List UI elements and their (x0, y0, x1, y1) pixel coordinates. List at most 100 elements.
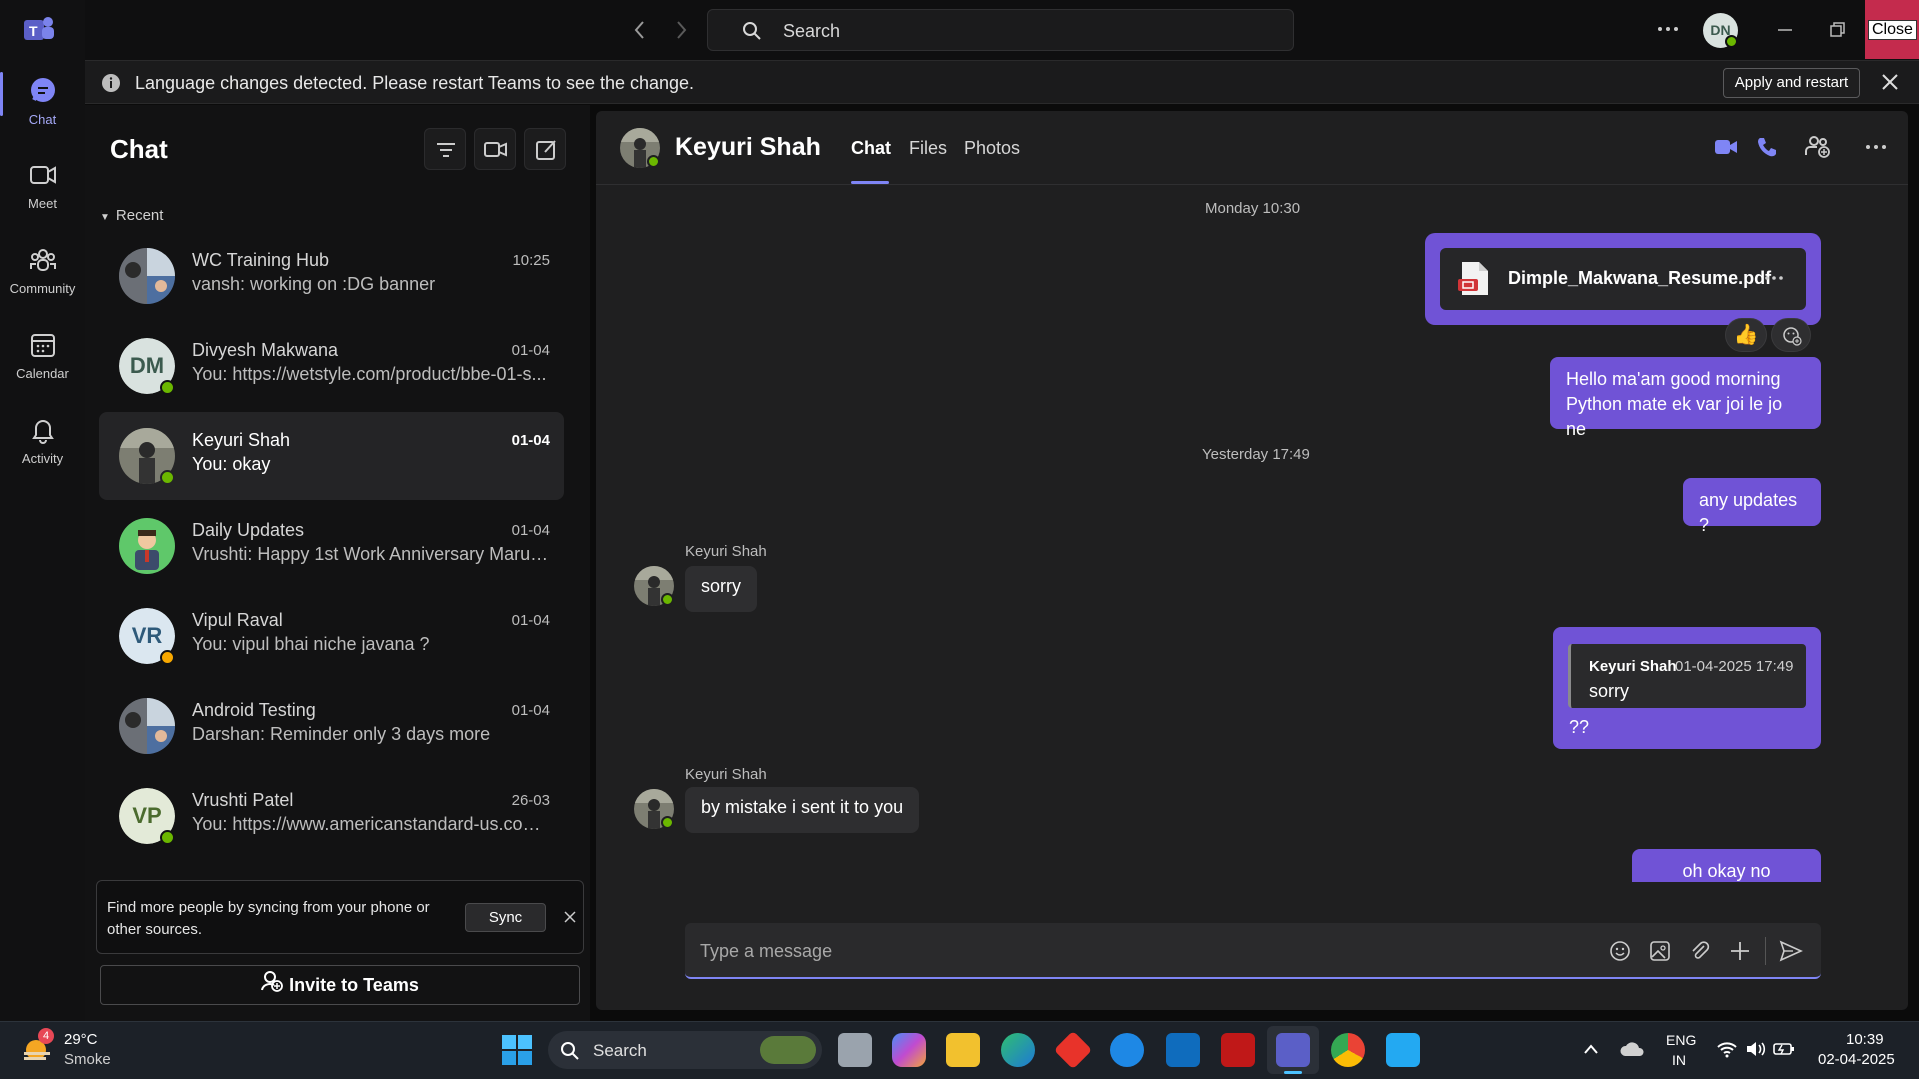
search-highlight-image (760, 1036, 816, 1064)
file-more-icon[interactable] (1764, 273, 1784, 283)
chevron-up-icon[interactable] (1583, 1043, 1599, 1055)
message-sender: Keyuri Shah (685, 766, 767, 783)
sync-text: Find more people by syncing from your ph… (107, 899, 430, 938)
chat-item-time: 10:25 (512, 252, 550, 269)
windows-start-icon[interactable] (502, 1035, 532, 1065)
chat-icon (30, 78, 55, 102)
rail-label: Chat (28, 112, 57, 127)
date-divider: Monday 10:30 (1205, 200, 1301, 217)
rail-label: Meet (28, 196, 57, 211)
new-chat-button[interactable] (524, 128, 566, 170)
chat-item-daily-updates[interactable]: Daily Updates Vrushti: Happy 1st Work An… (99, 502, 564, 590)
invite-to-teams-button[interactable]: Invite to Teams (100, 965, 580, 1005)
rail-label: Community (9, 281, 76, 296)
message-input[interactable] (700, 937, 1400, 965)
tab-files[interactable]: Files (909, 138, 947, 159)
close-sync-icon[interactable] (563, 910, 577, 924)
forward-arrow-icon[interactable] (671, 18, 691, 42)
chat-item-preview: You: vipul bhai niche javana ? (192, 634, 430, 654)
language-line1[interactable]: ENG (1666, 1032, 1696, 1048)
pdf-file-icon (1458, 262, 1488, 295)
status-online-dot (661, 593, 674, 606)
chat-item-time: 01-04 (511, 612, 550, 629)
filter-icon (437, 143, 455, 157)
chat-item-android-testing[interactable]: Android Testing Darshan: Reminder only 3… (99, 682, 564, 770)
taskbar-search[interactable]: Search (548, 1031, 822, 1069)
video-icon (29, 166, 56, 184)
emoji-icon[interactable] (1609, 940, 1631, 962)
tab-chat[interactable]: Chat (851, 138, 891, 159)
rail-item-activity[interactable]: Activity (0, 415, 85, 466)
outlook-icon[interactable] (1166, 1033, 1200, 1067)
status-online-dot (160, 830, 175, 845)
minimize-icon[interactable] (1775, 20, 1795, 40)
date-divider: Yesterday 17:49 (1202, 446, 1310, 463)
send-icon[interactable] (1779, 940, 1803, 962)
status-away-dot (160, 650, 175, 665)
volume-icon[interactable] (1745, 1040, 1767, 1058)
add-people-icon[interactable] (1805, 135, 1831, 159)
plus-icon[interactable] (1729, 940, 1751, 962)
onedrive-cloud-icon[interactable] (1620, 1040, 1646, 1058)
group-avatar (119, 698, 175, 754)
add-reaction-button[interactable] (1771, 318, 1811, 352)
chat-item-name: Android Testing (192, 700, 316, 720)
task-view-icon[interactable] (838, 1033, 872, 1067)
back-arrow-icon[interactable] (630, 18, 650, 42)
rail-item-community[interactable]: Community (0, 245, 85, 296)
conversation-name[interactable]: Keyuri Shah (675, 133, 821, 162)
close-banner-icon[interactable] (1880, 72, 1900, 92)
mcafee-icon[interactable] (1221, 1033, 1255, 1067)
composer-divider (1765, 937, 1766, 965)
restore-icon[interactable] (1828, 20, 1848, 40)
battery-icon[interactable] (1772, 1040, 1796, 1058)
search-icon (561, 1042, 579, 1060)
bell-icon (31, 420, 54, 444)
tab-photos[interactable]: Photos (964, 138, 1020, 159)
clock-date[interactable]: 02-04-2025 (1818, 1051, 1895, 1068)
attach-icon[interactable] (1689, 940, 1711, 962)
rail-item-calendar[interactable]: Calendar (0, 330, 85, 381)
weather-widget[interactable]: 4 (22, 1028, 54, 1064)
search-input[interactable]: Search (707, 9, 1294, 51)
message-sender: Keyuri Shah (685, 543, 767, 560)
sync-button[interactable]: Sync (465, 903, 546, 932)
search-icon (743, 22, 761, 40)
chat-item-wc-training-hub[interactable]: WC Training Hub vansh: working on :DG ba… (99, 232, 564, 320)
more-options-icon[interactable] (1864, 140, 1888, 154)
help-icon[interactable] (1110, 1033, 1144, 1067)
close-window-button[interactable]: Close (1865, 0, 1919, 59)
rail-item-chat[interactable]: Chat (0, 76, 85, 127)
chat-item-vipul-raval[interactable]: VR Vipul Raval You: vipul bhai niche jav… (99, 592, 564, 680)
copilot-icon[interactable] (892, 1033, 926, 1067)
chat-item-vrushti-patel[interactable]: VP Vrushti Patel You: https://www.americ… (99, 772, 564, 860)
more-options-icon[interactable] (1656, 22, 1680, 36)
file-explorer-icon[interactable] (946, 1033, 980, 1067)
filter-button[interactable] (424, 128, 466, 170)
chrome-icon[interactable] (1331, 1033, 1365, 1067)
teams-taskbar-icon[interactable] (1276, 1033, 1310, 1067)
clock-time[interactable]: 10:39 (1846, 1031, 1884, 1048)
edge-browser-icon[interactable] (1001, 1033, 1035, 1067)
my-reply-bubble: Keyuri Shah 01-04-2025 17:49 sorry ?? (1553, 627, 1821, 749)
language-line2: IN (1672, 1052, 1686, 1068)
vscode-icon[interactable] (1386, 1033, 1420, 1067)
video-call-icon[interactable] (1714, 137, 1738, 157)
app-rail (0, 0, 85, 1021)
chat-item-keyuri-shah[interactable]: Keyuri Shah You: okay 01-04 (99, 412, 564, 500)
group-avatar (119, 248, 175, 304)
apply-and-restart-button[interactable]: Apply and restart (1723, 68, 1860, 98)
wifi-icon[interactable] (1716, 1040, 1738, 1058)
chat-item-divyesh-makwana[interactable]: DM Divyesh Makwana You: https://wetstyle… (99, 322, 564, 410)
recent-label: Recent (115, 207, 164, 224)
rail-item-meet[interactable]: Meet (0, 160, 85, 211)
audio-call-icon[interactable] (1756, 136, 1778, 158)
thumbs-up-reaction[interactable]: 👍 (1725, 318, 1767, 352)
image-icon[interactable] (1649, 940, 1671, 962)
thumbs-up-icon: 👍 (1733, 324, 1759, 346)
file-attachment-card[interactable]: Dimple_Makwana_Resume.pdf (1440, 248, 1806, 310)
quoted-message[interactable]: Keyuri Shah 01-04-2025 17:49 sorry (1568, 644, 1806, 708)
meet-now-button[interactable] (474, 128, 516, 170)
recent-section-header[interactable]: ▼ Recent (100, 207, 163, 224)
quote-sender: Keyuri Shah (1589, 658, 1677, 675)
